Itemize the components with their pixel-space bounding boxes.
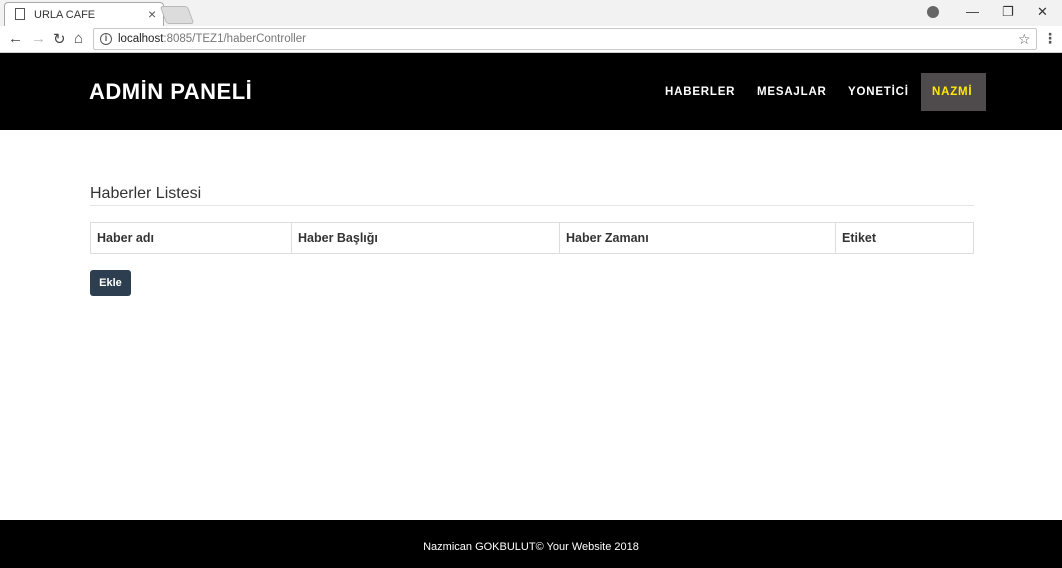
nav-item-yonetici[interactable]: YONETİCİ <box>848 86 909 98</box>
page-title: Haberler Listesi <box>90 185 202 202</box>
nav-item-haberler[interactable]: HABERLER <box>665 86 735 98</box>
arrow-right-icon[interactable]: → <box>31 30 46 47</box>
column-header-haber-adi: Haber adı <box>90 222 292 254</box>
tab-close-icon[interactable]: × <box>148 6 156 22</box>
footer-text: Nazmican GOKBULUT© Your Website 2018 <box>423 541 639 553</box>
heading-divider <box>90 205 974 206</box>
site-navbar: ADMİN PANELİ HABERLER MESAJLAR YONETİCİ … <box>0 53 1062 130</box>
profile-icon[interactable] <box>927 6 939 18</box>
browser-toolbar: ← → ↻ ⌂ i localhost:8085/TEZ1/haberContr… <box>0 26 1062 53</box>
info-icon[interactable]: i <box>100 33 112 45</box>
document-icon <box>15 8 25 20</box>
url-path: :8085/TEZ1/haberController <box>163 33 306 45</box>
home-icon[interactable]: ⌂ <box>74 30 83 47</box>
column-header-haber-basligi: Haber Başlığı <box>291 222 560 254</box>
reload-icon[interactable]: ↻ <box>53 30 66 48</box>
url-text: localhost:8085/TEZ1/haberController <box>118 33 306 45</box>
table-header-row: Haber adı Haber Başlığı Haber Zamanı Eti… <box>90 222 974 254</box>
add-button[interactable]: Ekle <box>90 270 131 296</box>
browser-chrome: URLA CAFE × — ❐ ✕ ← → ↻ ⌂ i localhost:80… <box>0 0 1062 53</box>
column-header-haber-zamani: Haber Zamanı <box>559 222 836 254</box>
star-icon[interactable]: ☆ <box>1018 31 1031 48</box>
minimize-icon[interactable]: — <box>966 4 979 19</box>
window-close-icon[interactable]: ✕ <box>1037 4 1048 20</box>
brand-title[interactable]: ADMİN PANELİ <box>89 79 252 105</box>
browser-tab[interactable]: URLA CAFE × <box>4 2 164 26</box>
news-table: Haber adı Haber Başlığı Haber Zamanı Eti… <box>90 222 974 254</box>
column-header-etiket: Etiket <box>835 222 974 254</box>
nav-item-nazmi-label: NAZMİ <box>932 86 973 98</box>
arrow-left-icon[interactable]: ← <box>8 30 23 47</box>
nav-item-nazmi[interactable]: NAZMİ <box>921 73 986 111</box>
restore-icon[interactable]: ❐ <box>1002 4 1014 20</box>
tab-title: URLA CAFE <box>34 9 96 21</box>
nav-item-mesajlar[interactable]: MESAJLAR <box>757 86 827 98</box>
kebab-menu-icon[interactable]: ⋮ <box>1043 30 1057 47</box>
url-host: localhost <box>118 33 164 45</box>
site-footer: Nazmican GOKBULUT© Your Website 2018 <box>0 520 1062 568</box>
address-bar[interactable]: i localhost:8085/TEZ1/haberController ☆ <box>93 28 1037 50</box>
tab-strip: URLA CAFE × — ❐ ✕ <box>0 0 1062 26</box>
new-tab-button[interactable] <box>159 6 195 24</box>
